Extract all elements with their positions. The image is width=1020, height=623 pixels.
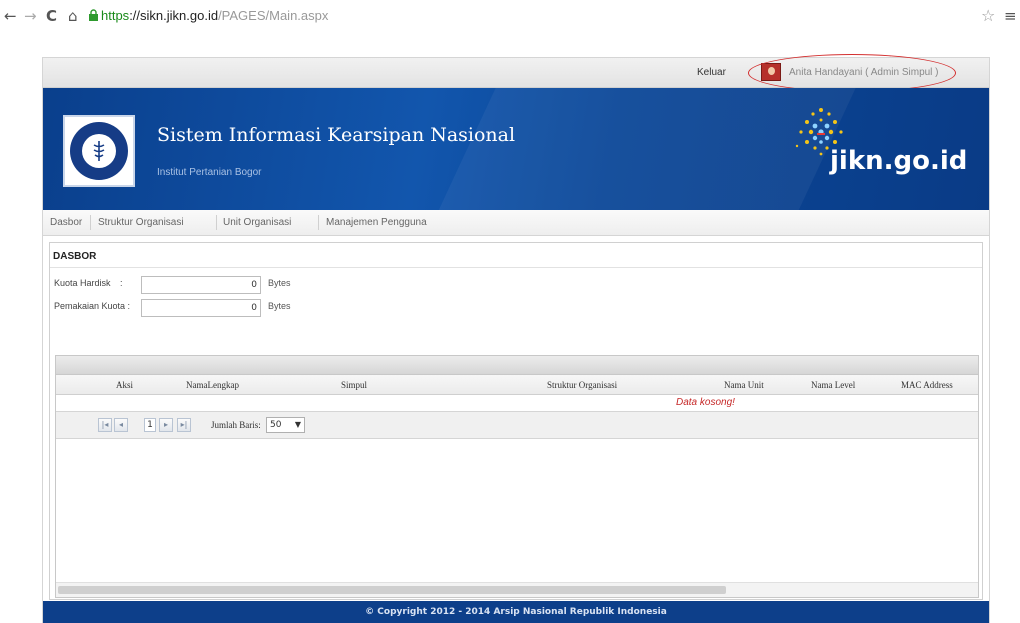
grid-header-row: Aksi NamaLengkap Simpul Struktur Organis… — [56, 375, 978, 395]
app-container: Keluar Anita Handayani ( Admin Simpul ) … — [42, 54, 990, 623]
scrollbar-thumb[interactable] — [58, 586, 726, 594]
quota-label: Kuota Hardisk: — [54, 278, 123, 288]
home-icon[interactable]: ⌂ — [68, 8, 78, 24]
url-text: https://sikn.jikn.go.id/PAGES/Main.aspx — [101, 8, 328, 23]
institution-subtitle: Institut Pertanian Bogor — [157, 167, 262, 178]
menu-divider — [318, 215, 319, 230]
first-page-button[interactable]: |◂ — [98, 418, 112, 432]
table-row: Data kosong! — [56, 395, 978, 412]
prev-page-button[interactable]: ◂ — [114, 418, 128, 432]
lock-icon — [89, 9, 98, 21]
rows-per-page-label: Jumlah Baris: — [211, 420, 261, 430]
rows-per-page-select[interactable]: 50 ▼ — [266, 417, 305, 433]
address-bar[interactable]: https://sikn.jikn.go.id/PAGES/Main.aspx — [86, 6, 390, 26]
tree-emblem-icon — [93, 141, 105, 161]
pagination-bar: |◂ ◂ 1 ▸ ▸| Jumlah Baris: 50 ▼ — [56, 412, 978, 439]
browser-toolbar: ← → C ⌂ https://sikn.jikn.go.id/PAGES/Ma… — [0, 0, 1020, 34]
bookmark-star-icon[interactable]: ☆ — [981, 6, 995, 25]
logo-disc — [70, 122, 128, 180]
menu-item-struktur-organisasi[interactable]: Struktur Organisasi — [98, 217, 184, 228]
header-banner: Sistem Informasi Kearsipan Nasional Inst… — [43, 88, 989, 210]
menu-item-dasbor[interactable]: Dasbor — [50, 217, 82, 228]
horizontal-scrollbar[interactable] — [56, 582, 978, 597]
chevron-down-icon: ▼ — [294, 420, 301, 429]
top-user-bar: Keluar Anita Handayani ( Admin Simpul ) — [43, 54, 989, 92]
last-page-button[interactable]: ▸| — [177, 418, 191, 432]
reload-icon[interactable]: C — [46, 8, 57, 24]
highlight-ellipse — [748, 54, 956, 92]
browser-menu-icon[interactable]: ≡ — [1004, 7, 1017, 25]
menu-item-manajemen-pengguna[interactable]: Manajemen Pengguna — [326, 217, 427, 228]
brand-logo-text: jikn.go.id — [830, 146, 968, 176]
grid-toolbar — [56, 356, 978, 375]
divider — [50, 267, 982, 268]
current-page[interactable]: 1 — [144, 418, 156, 432]
usage-unit: Bytes — [268, 301, 291, 311]
menu-item-unit-organisasi[interactable]: Unit Organisasi — [223, 217, 291, 228]
university-logo — [63, 115, 135, 187]
quota-field[interactable]: 0 — [141, 276, 261, 294]
panel-title: DASBOR — [53, 251, 97, 262]
next-page-button[interactable]: ▸ — [159, 418, 173, 432]
column-header-nama-level[interactable]: Nama Level — [811, 380, 855, 390]
main-menu: Dasbor Struktur Organisasi Unit Organisa… — [43, 210, 989, 236]
forward-arrow-icon[interactable]: → — [24, 8, 37, 24]
usage-label: Pemakaian Kuota : — [54, 301, 131, 311]
usage-field[interactable]: 0 — [141, 299, 261, 317]
column-header-namalengkap[interactable]: NamaLengkap — [186, 380, 239, 390]
footer: © Copyright 2012 - 2014 Arsip Nasional R… — [43, 601, 989, 623]
logout-link[interactable]: Keluar — [697, 67, 726, 78]
quota-unit: Bytes — [268, 278, 291, 288]
back-arrow-icon[interactable]: ← — [4, 8, 17, 24]
rows-per-page-value: 50 — [270, 420, 282, 430]
dashboard-panel: DASBOR Kuota Hardisk: 0 Bytes Pemakaian … — [49, 242, 983, 600]
url-host: ://sikn.jikn.go.id — [129, 8, 219, 23]
user-grid: Aksi NamaLengkap Simpul Struktur Organis… — [55, 355, 979, 598]
menu-divider — [216, 215, 217, 230]
menu-divider — [90, 215, 91, 230]
column-header-struktur-organisasi[interactable]: Struktur Organisasi — [547, 380, 617, 390]
url-scheme: https — [101, 8, 130, 23]
column-header-mac-address[interactable]: MAC Address — [901, 380, 953, 390]
empty-message: Data kosong! — [676, 397, 735, 408]
copyright-text: © Copyright 2012 - 2014 Arsip Nasional R… — [365, 607, 667, 617]
column-header-aksi[interactable]: Aksi — [116, 380, 133, 390]
column-header-simpul[interactable]: Simpul — [341, 380, 367, 390]
logo-inner — [82, 134, 116, 168]
quota-label-colon: : — [120, 278, 123, 288]
quota-label-text: Kuota Hardisk — [54, 278, 111, 288]
page-title: Sistem Informasi Kearsipan Nasional — [157, 124, 516, 146]
url-path: /PAGES/Main.aspx — [218, 8, 329, 23]
column-header-nama-unit[interactable]: Nama Unit — [724, 380, 764, 390]
